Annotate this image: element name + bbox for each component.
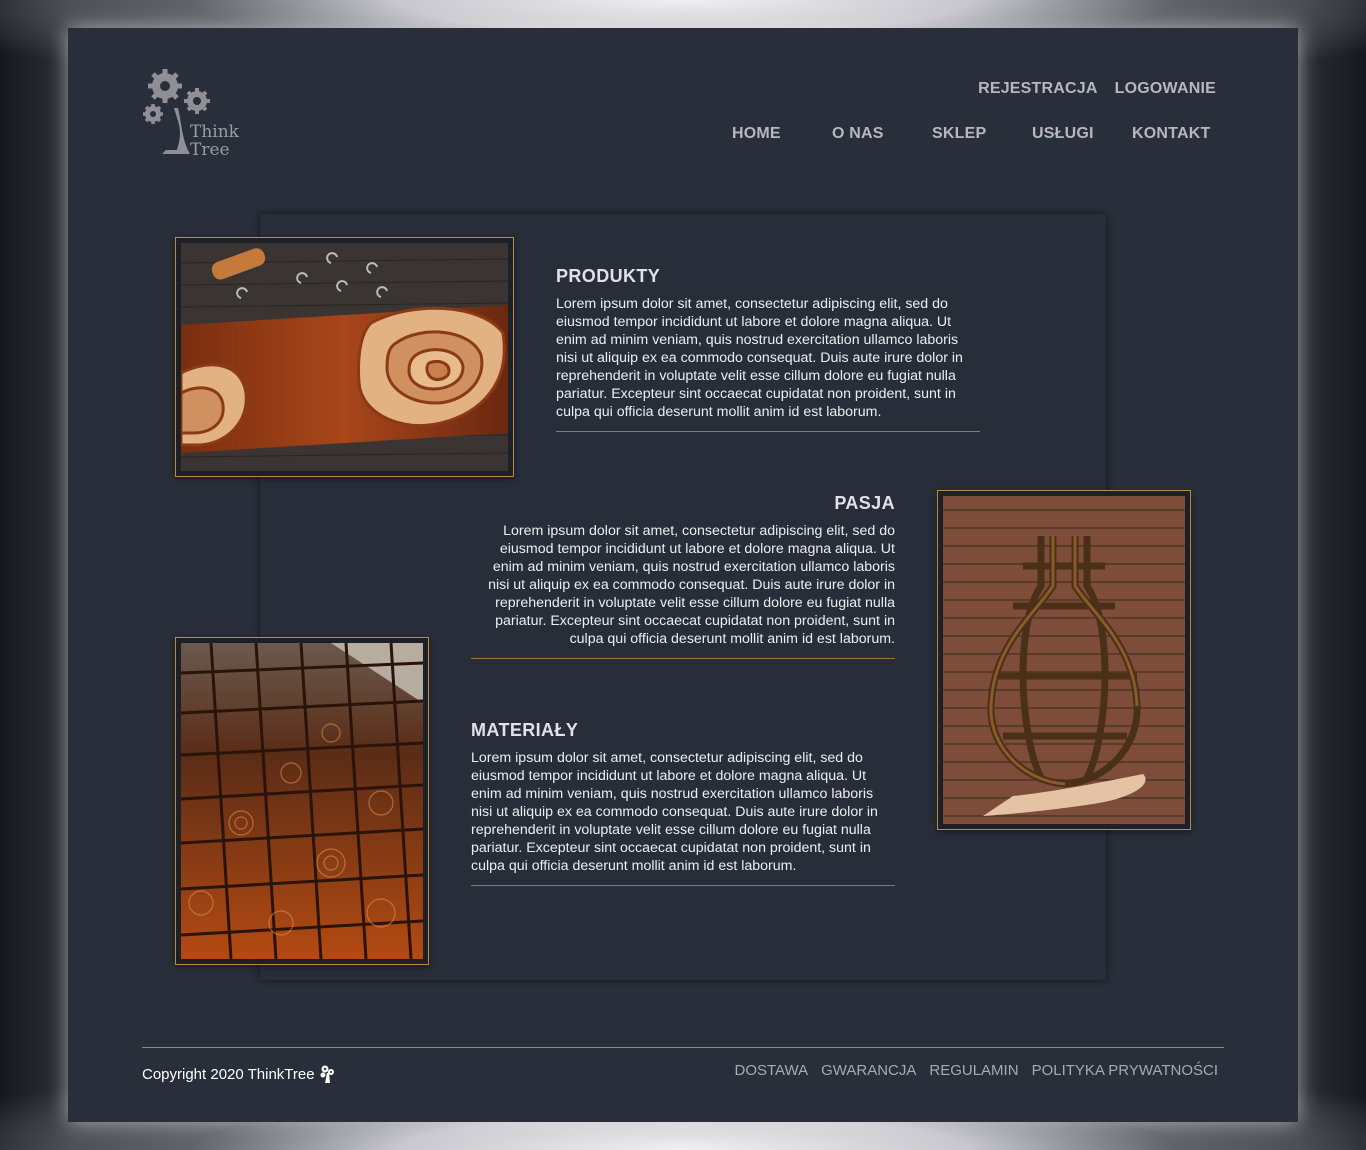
section-materialy: MATERIAŁY Lorem ipsum dolor sit amet, co… <box>471 720 895 886</box>
footer-link-terms[interactable]: REGULAMIN <box>929 1062 1018 1079</box>
footer-copyright: Copyright 2020 ThinkTree <box>142 1064 337 1084</box>
wood-blocks-photo <box>175 637 429 965</box>
copyright-text: Copyright 2020 ThinkTree <box>142 1065 315 1083</box>
footer-link-warranty[interactable]: GWARANCJA <box>821 1062 916 1079</box>
nav-contact[interactable]: KONTAKT <box>1132 125 1210 143</box>
section-text: Lorem ipsum dolor sit amet, consectetur … <box>471 750 878 874</box>
section-text: Lorem ipsum dolor sit amet, consectetur … <box>488 523 895 647</box>
nav-services[interactable]: USŁUGI <box>1032 125 1094 143</box>
section-divider <box>471 658 895 659</box>
footer-link-privacy[interactable]: POLITYKA PRYWATNOŚCI <box>1032 1062 1218 1079</box>
section-title: PRODUKTY <box>556 266 661 286</box>
account-nav: REJESTRACJA LOGOWANIE <box>978 80 1216 98</box>
footer-nav: DOSTAWA GWARANCJA REGULAMIN POLITYKA PRY… <box>734 1062 1218 1079</box>
section-produkty: PRODUKTY Lorem ipsum dolor sit amet, con… <box>556 266 980 432</box>
wooden-lamp-photo <box>937 490 1191 830</box>
page-container: Think Tree REJESTRACJA LOGOWANIE HOME O … <box>68 28 1298 1122</box>
section-pasja: PASJA Lorem ipsum dolor sit amet, consec… <box>471 493 895 659</box>
nav-shop[interactable]: SKLEP <box>932 125 986 143</box>
nav-about[interactable]: O NAS <box>832 125 884 143</box>
section-text: Lorem ipsum dolor sit amet, consectetur … <box>556 296 963 420</box>
gears-tree-icon <box>320 1065 334 1083</box>
footer-divider <box>142 1047 1224 1048</box>
main-nav: HOME O NAS SKLEP USŁUGI KONTAKT <box>68 125 1298 149</box>
section-divider <box>471 885 895 886</box>
nav-home[interactable]: HOME <box>732 125 781 143</box>
section-title: PASJA <box>834 493 895 513</box>
footer-link-delivery[interactable]: DOSTAWA <box>734 1062 808 1079</box>
register-link[interactable]: REJESTRACJA <box>978 80 1098 98</box>
section-divider <box>556 431 980 432</box>
section-title: MATERIAŁY <box>471 720 579 740</box>
login-link[interactable]: LOGOWANIE <box>1115 80 1216 98</box>
carved-wood-photo <box>175 237 514 477</box>
